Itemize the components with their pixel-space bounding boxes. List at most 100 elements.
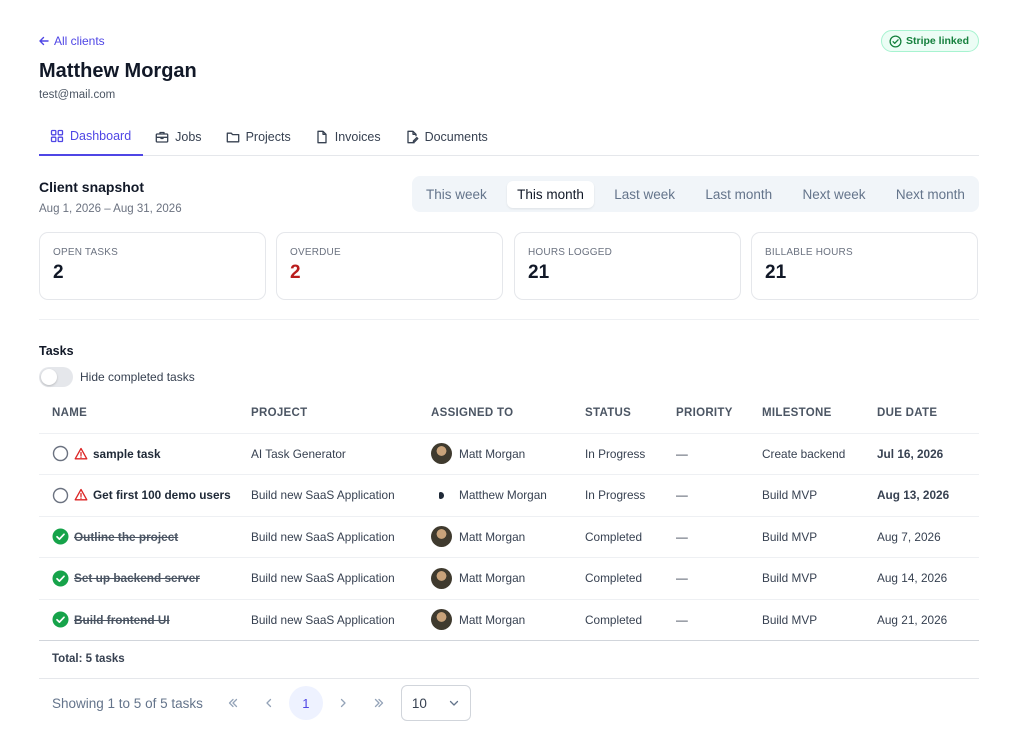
avatar: [431, 526, 452, 548]
cell-priority: —: [676, 516, 762, 558]
briefcase-icon: [155, 131, 169, 143]
stat-label: OPEN TASKS: [53, 247, 118, 258]
stripe-linked-badge: Stripe linked: [880, 30, 979, 52]
range-next-week[interactable]: Next week: [793, 181, 876, 208]
stripe-badge-label: Stripe linked: [905, 35, 969, 47]
file-icon: [317, 130, 327, 144]
column-header-status[interactable]: STATUS: [585, 393, 676, 434]
cell-project: AI Task Generator: [251, 433, 431, 475]
chevron-right-icon: [340, 698, 346, 708]
cell-milestone: Create backend: [762, 433, 877, 475]
stat-card-hours-logged: HOURS LOGGED 21: [514, 232, 741, 300]
column-header-assigned-to[interactable]: ASSIGNED TO: [431, 393, 585, 434]
check-circle-filled-icon[interactable]: [52, 611, 69, 628]
stat-value: 2: [53, 262, 64, 283]
cell-milestone: Build MVP: [762, 474, 877, 517]
stat-card-overdue: OVERDUE 2: [276, 232, 503, 300]
assignee-name: Matt Morgan: [459, 612, 526, 627]
snapshot-date-range: Aug 1, 2026 – Aug 31, 2026: [39, 203, 182, 215]
page-number-button[interactable]: 1: [288, 686, 323, 720]
cell-status: Completed: [585, 599, 676, 641]
folder-icon: [226, 132, 239, 143]
column-header-name[interactable]: NAME: [39, 393, 251, 434]
circle-outline-icon[interactable]: [52, 487, 69, 504]
hide-completed-label: Hide completed tasks: [80, 370, 195, 384]
cell-name: Outline the project: [39, 516, 251, 558]
avatar: [431, 567, 452, 589]
pagination: Showing 1 to 5 of 5 tasks 1 10: [52, 685, 471, 721]
range-last-month[interactable]: Last month: [695, 181, 782, 208]
stat-label: OVERDUE: [290, 247, 341, 258]
next-page-button[interactable]: [325, 686, 361, 720]
task-name[interactable]: Build frontend UI: [74, 613, 170, 627]
task-name[interactable]: Set up backend server: [74, 571, 200, 585]
stat-label: BILLABLE HOURS: [765, 247, 853, 258]
avatar: [431, 443, 452, 465]
back-link-label: All clients: [54, 34, 105, 48]
arrow-left-icon: [39, 36, 49, 46]
task-name[interactable]: Get first 100 demo users: [93, 488, 231, 502]
warning-icon: [74, 489, 88, 501]
table-row[interactable]: Outline the project Build new SaaS Appli…: [39, 516, 979, 558]
stat-value: 21: [528, 262, 550, 283]
cell-project: Build new SaaS Application: [251, 557, 431, 600]
first-page-button[interactable]: [215, 686, 251, 720]
previous-page-button[interactable]: [251, 686, 287, 720]
tab-invoices[interactable]: Invoices: [303, 118, 393, 156]
cell-name: Set up backend server: [39, 557, 251, 600]
tasks-total: Total: 5 tasks: [52, 653, 125, 665]
cell-assignee: Matt Morgan: [431, 433, 585, 475]
circle-outline-icon[interactable]: [52, 445, 69, 462]
tab-projects[interactable]: Projects: [214, 118, 303, 156]
hide-completed-toggle[interactable]: [39, 367, 73, 387]
tab-jobs[interactable]: Jobs: [143, 118, 213, 156]
table-row[interactable]: Set up backend server Build new SaaS App…: [39, 557, 979, 600]
tab-documents[interactable]: Documents: [393, 118, 500, 156]
task-name[interactable]: sample task: [93, 447, 161, 461]
table-row[interactable]: sample task AI Task Generator Matt Morga…: [39, 433, 979, 475]
range-this-month[interactable]: This month: [507, 180, 594, 208]
stat-card-billable-hours: BILLABLE HOURS 21: [751, 232, 978, 300]
warning-icon: [74, 447, 88, 460]
assignee-name: Matt Morgan: [459, 529, 526, 544]
pagination-summary: Showing 1 to 5 of 5 tasks: [52, 695, 203, 711]
cell-priority: —: [676, 557, 762, 600]
assignee-name: Matt Morgan: [459, 446, 526, 461]
range-this-week[interactable]: This week: [416, 181, 497, 208]
column-header-milestone[interactable]: MILESTONE: [762, 393, 877, 434]
file-edit-icon: [406, 130, 419, 144]
table-row[interactable]: Build frontend UI Build new SaaS Applica…: [39, 599, 979, 641]
cell-status: In Progress: [585, 474, 676, 517]
stat-value: 21: [765, 262, 787, 283]
hide-completed-row: Hide completed tasks: [39, 367, 195, 387]
grid-icon: [50, 129, 64, 143]
task-name[interactable]: Outline the project: [74, 530, 178, 544]
cell-assignee: Matt Morgan: [431, 599, 585, 641]
tab-bar: Dashboard Jobs Projects Invoices Documen…: [39, 118, 979, 156]
cell-milestone: Build MVP: [762, 599, 877, 641]
range-last-week[interactable]: Last week: [604, 181, 685, 208]
check-circle-filled-icon[interactable]: [52, 570, 69, 587]
avatar-placeholder: [431, 484, 452, 506]
section-divider: [39, 319, 979, 320]
last-page-button[interactable]: [361, 686, 397, 720]
assignee-name: Matthew Morgan: [459, 488, 547, 503]
column-header-priority[interactable]: PRIORITY: [676, 393, 762, 434]
check-circle-filled-icon[interactable]: [52, 528, 69, 545]
column-header-project[interactable]: PROJECT: [251, 393, 431, 434]
assignee-name: Matt Morgan: [459, 571, 526, 586]
range-next-month[interactable]: Next month: [886, 181, 975, 208]
column-header-due-date[interactable]: DUE DATE: [877, 393, 979, 434]
stat-card-open-tasks: OPEN TASKS 2: [39, 232, 266, 300]
cell-name: sample task: [39, 433, 251, 475]
tasks-table: NAME PROJECT ASSIGNED TO STATUS PRIORITY…: [39, 393, 979, 641]
chevron-down-icon: [449, 700, 458, 706]
per-page-value: 10: [411, 695, 427, 711]
cell-milestone: Build MVP: [762, 557, 877, 600]
cell-due-date: Aug 21, 2026: [877, 599, 979, 641]
tab-dashboard[interactable]: Dashboard: [39, 118, 144, 156]
per-page-select[interactable]: 10: [400, 685, 471, 721]
table-row[interactable]: Get first 100 demo users Build new SaaS …: [39, 474, 979, 517]
back-to-clients-link[interactable]: All clients: [38, 34, 105, 48]
stat-value: 2: [290, 262, 301, 283]
